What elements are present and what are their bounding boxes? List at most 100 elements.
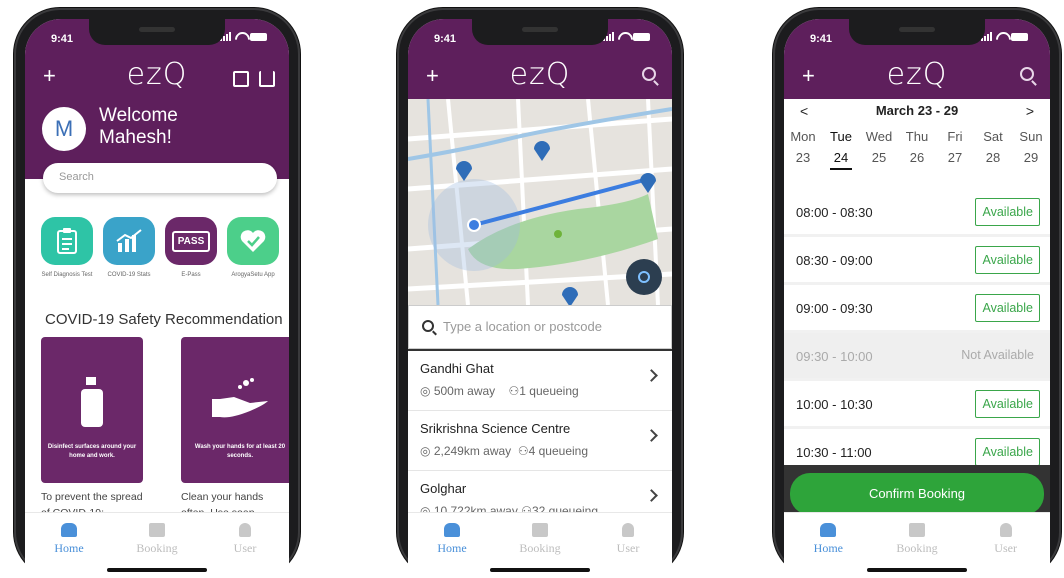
tab-home[interactable]: Home	[39, 523, 99, 578]
tab-home[interactable]: Home	[422, 523, 482, 578]
slot-status[interactable]: Available	[975, 246, 1040, 274]
slot-status[interactable]: Available	[975, 438, 1040, 466]
phone-locations: 9:41 + ezQ Type a location or postcode G…	[397, 8, 683, 578]
user-icon	[999, 523, 1012, 537]
day-sat[interactable]: Sat 28	[974, 129, 1012, 170]
day-wed[interactable]: Wed 25	[860, 129, 898, 170]
month-header: < March 23 - 29 >	[784, 103, 1050, 121]
confirm-booking-button[interactable]: Confirm Booking	[790, 473, 1044, 515]
location-name: Gandhi Ghat	[420, 361, 494, 376]
search-icon	[422, 320, 434, 332]
app-label: Self Diagnosis Test	[41, 272, 93, 278]
app-topbar: + ezQ	[408, 51, 672, 99]
home-indicator	[867, 568, 967, 572]
slot-status[interactable]: Available	[975, 390, 1040, 418]
slot-status[interactable]: Available	[975, 294, 1040, 322]
pass-text: PASS	[171, 230, 211, 252]
time-slot: 09:30 - 10:00 Not Available	[784, 333, 1050, 381]
add-icon[interactable]: +	[43, 65, 56, 87]
day-name: Fri	[947, 129, 963, 144]
user-icon	[239, 523, 251, 537]
home-icon	[820, 523, 837, 537]
hand-wash-icon	[210, 377, 270, 423]
day-name: Sat	[983, 129, 1003, 144]
avatar[interactable]: M	[42, 107, 86, 151]
add-icon[interactable]: +	[426, 65, 439, 87]
add-icon[interactable]: +	[802, 65, 815, 87]
day-thu[interactable]: Thu 26	[898, 129, 936, 170]
app-logo: ezQ	[509, 57, 571, 92]
time-slot[interactable]: 08:30 - 09:00 Available	[784, 237, 1050, 285]
tab-user[interactable]: User	[215, 523, 275, 578]
tab-user[interactable]: User	[976, 523, 1036, 578]
tab-label: User	[994, 541, 1017, 555]
location-meta: ◎ 2,249km away ⚇4 queueing	[420, 444, 660, 458]
pass-icon: PASS	[165, 217, 217, 265]
week-calendar: < March 23 - 29 > Mon 23 Tue 24 Wed 25 Thu 2…	[784, 99, 1050, 187]
time-slot[interactable]: 09:00 - 09:30 Available	[784, 285, 1050, 333]
day-date: 25	[871, 150, 887, 165]
phone-home: 9:41 + ezQ M Welcome Mahesh! Search Self…	[14, 8, 300, 578]
day-tue[interactable]: Tue 24	[822, 129, 860, 170]
time-slot[interactable]: 10:00 - 10:30 Available	[784, 381, 1050, 429]
day-date: 24	[830, 150, 852, 170]
welcome-line1: Welcome	[99, 105, 178, 126]
slot-status[interactable]: Available	[975, 198, 1040, 226]
slot-time: 10:00 - 10:30	[796, 397, 873, 412]
card-caption: Wash your hands for at least 20 seconds.	[194, 444, 286, 459]
map-view[interactable]	[408, 99, 672, 305]
header-actions	[233, 71, 275, 87]
locations-screen: 9:41 + ezQ Type a location or postcode G…	[408, 19, 672, 578]
time-slot[interactable]: 08:00 - 08:30 Available	[784, 189, 1050, 237]
safety-card-wash[interactable]: Wash your hands for at least 20 seconds.	[181, 337, 289, 483]
location-name: Srikrishna Science Centre	[420, 421, 571, 436]
tab-label: User	[233, 541, 257, 555]
share-icon[interactable]	[259, 71, 275, 87]
location-meta: ◎ 500m away ⚇1 queueing	[420, 384, 660, 398]
day-fri[interactable]: Fri 27	[936, 129, 974, 170]
briefcase-icon	[908, 523, 925, 537]
safety-card-disinfect[interactable]: Disinfect surfaces around your home and …	[41, 337, 143, 483]
app-self-diagnosis[interactable]: Self Diagnosis Test	[39, 217, 95, 279]
app-e-pass[interactable]: PASS E-Pass	[163, 217, 219, 279]
day-name: Sun	[1019, 129, 1043, 144]
app-logo: ezQ	[886, 57, 948, 92]
location-queue: 1 queueing	[519, 384, 579, 398]
location-list: Gandhi Ghat ◎ 500m away ⚇1 queueing Srik…	[408, 349, 672, 533]
search-icon[interactable]	[1020, 67, 1034, 81]
day-date: 23	[795, 150, 811, 165]
pin-icon: ◎	[420, 384, 434, 398]
list-item[interactable]: Gandhi Ghat ◎ 500m away ⚇1 queueing	[408, 351, 672, 411]
search-input[interactable]: Search	[43, 163, 277, 193]
location-distance: 2,249km away	[433, 444, 512, 458]
briefcase-icon	[149, 523, 165, 537]
next-week-button[interactable]: >	[1026, 103, 1034, 119]
location-search-input[interactable]: Type a location or postcode	[408, 305, 672, 349]
app-label: ArogyaSetu App	[231, 272, 275, 278]
tab-home[interactable]: Home	[798, 523, 858, 578]
wifi-icon	[618, 32, 629, 41]
tab-label: Home	[437, 541, 467, 555]
tab-label: Booking	[896, 541, 938, 555]
home-indicator	[107, 568, 207, 572]
search-icon[interactable]	[642, 67, 656, 81]
chart-icon	[103, 217, 155, 265]
day-mon[interactable]: Mon 23	[784, 129, 822, 170]
slot-time: 10:30 - 11:00	[796, 445, 872, 460]
app-logo: ezQ	[126, 57, 188, 92]
list-item[interactable]: Srikrishna Science Centre ◎ 2,249km away…	[408, 411, 672, 471]
location-distance: 500m away	[433, 384, 496, 398]
tab-user[interactable]: User	[598, 523, 658, 578]
tab-label: Home	[54, 541, 84, 555]
translate-icon[interactable]	[233, 71, 249, 87]
briefcase-icon	[532, 523, 548, 537]
user-icon	[622, 523, 634, 537]
slot-time: 08:30 - 09:00	[796, 253, 873, 268]
app-arogyasetu[interactable]: ArogyaSetu App	[225, 217, 281, 279]
map-canvas	[408, 99, 672, 305]
day-date: 27	[947, 150, 963, 165]
app-covid-stats[interactable]: COVID-19 Stats	[101, 217, 157, 279]
prev-week-button[interactable]: <	[800, 103, 808, 119]
notch	[472, 19, 608, 45]
day-sun[interactable]: Sun 29	[1012, 129, 1050, 170]
